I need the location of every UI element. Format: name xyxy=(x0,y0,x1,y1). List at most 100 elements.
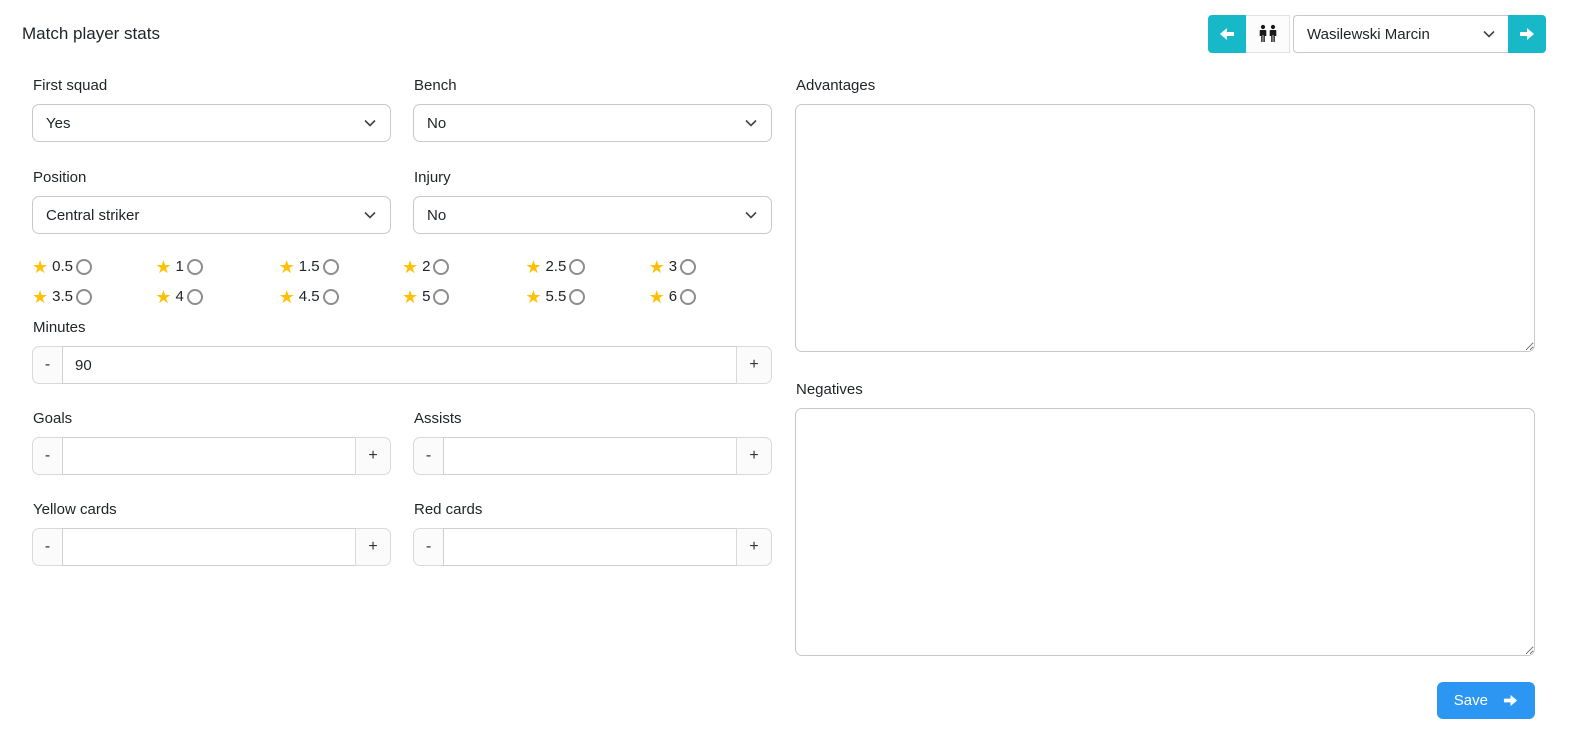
advantages-textarea[interactable] xyxy=(795,104,1535,352)
rating-radio[interactable] xyxy=(680,288,697,305)
rating-radio[interactable] xyxy=(76,258,92,275)
rating-option-label: 1 xyxy=(175,258,184,275)
injury-select[interactable]: No xyxy=(413,196,772,234)
rating-option-label: 3.5 xyxy=(52,288,73,305)
minutes-increment-button[interactable]: + xyxy=(736,346,772,384)
yellow-cards-field: Yellow cards - + xyxy=(32,501,391,566)
red-cards-increment-button[interactable]: + xyxy=(736,528,772,566)
assists-increment-button[interactable]: + xyxy=(736,437,772,475)
position-select[interactable]: Central striker xyxy=(32,196,391,234)
minutes-input[interactable] xyxy=(62,346,737,384)
yellow-cards-label: Yellow cards xyxy=(33,501,117,518)
assists-stepper: - + xyxy=(413,437,772,475)
goals-decrement-button[interactable]: - xyxy=(32,437,63,475)
rating-option: ★ 4.5 xyxy=(278,286,402,307)
chevron-down-icon xyxy=(364,211,376,219)
chevron-down-icon xyxy=(745,119,757,127)
chevron-down-icon xyxy=(745,211,757,219)
red-cards-input[interactable] xyxy=(443,528,737,566)
red-cards-label: Red cards xyxy=(414,501,483,518)
people-icon xyxy=(1256,24,1280,44)
save-row: Save xyxy=(795,682,1535,719)
rating-radio[interactable] xyxy=(569,258,586,275)
player-navigation: Wasilewski Marcin xyxy=(1208,15,1546,53)
rating-option-label: 3 xyxy=(668,258,678,275)
form-body: First squad Yes Bench No Position Centra… xyxy=(0,53,1571,719)
rating-radio[interactable] xyxy=(322,258,339,275)
rating-option: ★ 5 xyxy=(402,288,525,306)
injury-value: No xyxy=(427,206,447,224)
position-field: Position Central striker xyxy=(32,169,391,234)
arrow-left-icon xyxy=(1219,26,1235,42)
rating-option-label: 6 xyxy=(668,288,678,305)
red-cards-decrement-button[interactable]: - xyxy=(413,528,444,566)
minutes-field: Minutes - + xyxy=(32,319,772,384)
rating-option: ★ 1.5 xyxy=(278,256,402,277)
header: Match player stats Wasilewski Marcin xyxy=(0,0,1571,53)
player-select[interactable]: Wasilewski Marcin xyxy=(1293,15,1508,53)
negatives-label: Negatives xyxy=(796,381,863,398)
rating-radio[interactable] xyxy=(433,288,450,305)
players-list-button[interactable] xyxy=(1246,15,1290,53)
goals-increment-button[interactable]: + xyxy=(355,437,391,475)
rating-radio[interactable] xyxy=(680,258,697,275)
star-icon: ★ xyxy=(32,256,49,277)
star-icon: ★ xyxy=(278,286,295,307)
assists-decrement-button[interactable]: - xyxy=(413,437,444,475)
minutes-decrement-button[interactable]: - xyxy=(32,346,63,384)
bench-value: No xyxy=(427,114,447,132)
arrow-right-icon xyxy=(1519,26,1535,42)
star-icon: ★ xyxy=(648,256,665,277)
red-cards-stepper: - + xyxy=(413,528,772,566)
first-squad-value: Yes xyxy=(46,114,71,132)
star-icon: ★ xyxy=(155,256,172,277)
next-player-button[interactable] xyxy=(1508,15,1546,53)
star-icon: ★ xyxy=(278,256,295,277)
rating-radio[interactable] xyxy=(322,288,339,305)
rating-option-label: 2.5 xyxy=(545,258,567,275)
minutes-label: Minutes xyxy=(33,319,86,336)
rating-radio[interactable] xyxy=(569,288,586,305)
rating-option: ★ 6 xyxy=(648,286,772,307)
star-icon: ★ xyxy=(155,286,172,307)
first-squad-field: First squad Yes xyxy=(32,77,391,142)
chevron-down-icon xyxy=(364,119,376,127)
first-squad-select[interactable]: Yes xyxy=(32,104,391,142)
rating-radio[interactable] xyxy=(186,288,203,305)
advantages-label: Advantages xyxy=(796,77,876,94)
negatives-textarea[interactable] xyxy=(795,408,1535,656)
notes-pane: Advantages Negatives Save xyxy=(795,77,1535,719)
goals-input[interactable] xyxy=(62,437,356,475)
rating-radio[interactable] xyxy=(76,288,92,305)
goals-field: Goals - + xyxy=(32,410,391,475)
yellow-cards-increment-button[interactable]: + xyxy=(355,528,391,566)
bench-label: Bench xyxy=(414,77,457,94)
minutes-stepper: - + xyxy=(32,346,772,384)
star-icon: ★ xyxy=(32,286,49,307)
rating-option: ★ 3.5 xyxy=(32,286,155,307)
goals-label: Goals xyxy=(33,410,73,427)
star-icon: ★ xyxy=(402,256,419,277)
save-button[interactable]: Save xyxy=(1436,682,1535,719)
star-icon: ★ xyxy=(648,286,665,307)
bench-select[interactable]: No xyxy=(413,104,772,142)
yellow-cards-decrement-button[interactable]: - xyxy=(32,528,63,566)
rating-radio[interactable] xyxy=(186,258,203,275)
rating-option: ★ 4 xyxy=(155,286,278,307)
rating-option-label: 4.5 xyxy=(298,288,320,305)
rating-option: ★ 5.5 xyxy=(525,286,648,307)
rating-radio[interactable] xyxy=(433,258,450,275)
position-label: Position xyxy=(33,169,87,186)
star-icon: ★ xyxy=(525,256,542,277)
yellow-cards-input[interactable] xyxy=(62,528,356,566)
red-cards-field: Red cards - + xyxy=(413,501,772,566)
previous-player-button[interactable] xyxy=(1208,15,1246,53)
player-select-value: Wasilewski Marcin xyxy=(1307,25,1430,43)
star-icon: ★ xyxy=(525,286,542,307)
rating-option-label: 0.5 xyxy=(52,258,73,275)
rating-option-label: 4 xyxy=(175,288,184,305)
stats-pane: First squad Yes Bench No Position Centra… xyxy=(32,77,772,719)
rating-option-label: 1.5 xyxy=(298,258,320,275)
assists-input[interactable] xyxy=(443,437,737,475)
save-button-label: Save xyxy=(1453,692,1488,709)
